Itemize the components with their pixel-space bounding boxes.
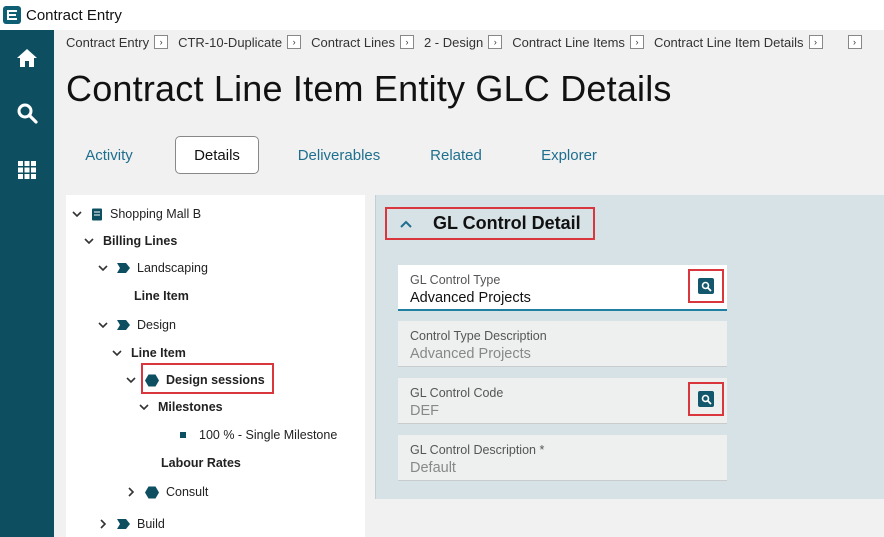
line-tag-icon: [117, 519, 130, 529]
gl-control-description-field[interactable]: GL Control Description * Default: [398, 435, 727, 481]
tree-label: Landscaping: [137, 261, 208, 275]
app-title: Contract Entry: [26, 6, 122, 24]
home-icon: [17, 49, 37, 67]
chevron-right-icon[interactable]: ›: [808, 35, 823, 49]
tab-details[interactable]: Details: [175, 136, 259, 174]
hexagon-item-icon: [145, 486, 159, 498]
tree-node-consult[interactable]: Consult: [126, 483, 208, 501]
chevron-right-icon[interactable]: [126, 487, 136, 497]
breadcrumb-item[interactable]: Contract Line Items ›: [512, 35, 654, 50]
chevron-right-icon[interactable]: ›: [629, 35, 644, 49]
tree-label: 100 % - Single Milestone: [199, 428, 338, 442]
gl-control-code-field[interactable]: GL Control Code DEF: [398, 378, 727, 424]
tab-activity[interactable]: Activity: [66, 136, 152, 174]
field-value[interactable]: Default: [410, 460, 456, 476]
breadcrumb-item[interactable]: Contract Entry ›: [66, 35, 178, 50]
tree-label: Design: [137, 318, 176, 332]
tree-node-labour-rates[interactable]: Labour Rates: [161, 454, 241, 472]
tree-node-design[interactable]: Design: [98, 316, 176, 334]
tab-explorer[interactable]: Explorer: [519, 136, 619, 174]
chevron-down-icon[interactable]: [112, 348, 122, 358]
tree-node-milestones[interactable]: Milestones: [139, 398, 223, 416]
line-tag-icon: [117, 263, 130, 273]
chevron-up-icon[interactable]: [399, 219, 413, 229]
left-nav: [0, 30, 54, 537]
gl-control-code-lookup-button[interactable]: [688, 382, 724, 416]
chevron-down-icon[interactable]: [126, 375, 136, 385]
nav-home-button[interactable]: [0, 38, 54, 78]
chevron-down-icon[interactable]: [72, 209, 82, 219]
lookup-search-icon: [698, 391, 714, 407]
breadcrumb-label: 2 - Design: [423, 34, 484, 50]
contract-book-icon: [92, 208, 102, 220]
search-icon: [17, 103, 38, 124]
chevron-down-icon[interactable]: [98, 320, 108, 330]
apps-grid-icon: [18, 161, 36, 179]
chevron-down-icon[interactable]: [139, 402, 149, 412]
field-label: GL Control Code: [410, 386, 504, 400]
app-logo-icon: [3, 6, 21, 24]
tree-label: Build: [137, 517, 165, 531]
field-value[interactable]: Advanced Projects: [410, 290, 531, 306]
tab-deliverables[interactable]: Deliverables: [274, 136, 404, 174]
tree-label: Line Item: [134, 289, 189, 303]
nav-apps-button[interactable]: [0, 150, 54, 190]
tab-bar: Activity Details Deliverables Related Ex…: [66, 136, 619, 174]
breadcrumb-item[interactable]: 2 - Design ›: [424, 35, 512, 50]
tree-node-milestone-item[interactable]: 100 % - Single Milestone: [180, 426, 337, 444]
title-bar: Contract Entry: [0, 0, 884, 30]
chevron-right-icon[interactable]: ›: [154, 35, 169, 49]
breadcrumb-label: Contract Lines: [311, 34, 395, 50]
tree-node-design-line-item[interactable]: Line Item: [112, 344, 186, 362]
tree-node-build[interactable]: Build: [98, 515, 165, 533]
breadcrumb: Contract Entry › CTR-10-Duplicate › Contra…: [66, 32, 872, 52]
chevron-down-icon[interactable]: [84, 236, 94, 246]
breadcrumb-item[interactable]: CTR-10-Duplicate ›: [178, 35, 311, 50]
field-label: Control Type Description: [410, 329, 547, 343]
chevron-right-icon[interactable]: ›: [488, 35, 503, 49]
breadcrumb-label: Contract Entry: [66, 34, 150, 50]
line-tag-icon: [117, 320, 130, 330]
breadcrumb-item[interactable]: Contract Lines ›: [311, 35, 424, 50]
chevron-right-icon[interactable]: [98, 519, 108, 529]
tree-node-landscaping-line-item[interactable]: Line Item: [134, 287, 189, 305]
tab-related[interactable]: Related: [411, 136, 501, 174]
tree-node-billing-lines[interactable]: Billing Lines: [84, 232, 177, 250]
lookup-search-icon: [698, 278, 714, 294]
tree-panel: Shopping Mall B Billing Lines Landscapin…: [66, 195, 365, 537]
tree-label: Milestones: [158, 400, 223, 414]
square-bullet-icon: [180, 432, 186, 438]
tree-label: Billing Lines: [103, 234, 178, 248]
field-value[interactable]: DEF: [410, 403, 439, 419]
tree-label: Shopping Mall B: [110, 207, 202, 221]
breadcrumb-label: Contract Line Item Details: [653, 34, 804, 50]
tree-label: Line Item: [131, 346, 186, 360]
nav-search-button[interactable]: [0, 93, 54, 133]
tree-label: Labour Rates: [161, 456, 241, 470]
design-sessions-highlight: [141, 363, 274, 394]
field-value: Advanced Projects: [410, 346, 531, 362]
breadcrumb-item[interactable]: Contract Line Item Details ›: [654, 35, 833, 50]
breadcrumb-label: CTR-10-Duplicate: [178, 34, 283, 50]
tree-node-landscaping[interactable]: Landscaping: [98, 259, 208, 277]
tree-node-root[interactable]: Shopping Mall B: [72, 205, 201, 223]
chevron-down-icon[interactable]: [98, 263, 108, 273]
chevron-right-icon[interactable]: ›: [287, 35, 302, 49]
page-title: Contract Line Item Entity GLC Details: [66, 68, 672, 109]
breadcrumb-label: Contract Line Items: [512, 34, 625, 50]
field-label: GL Control Type: [410, 273, 501, 287]
tree-label: Consult: [166, 485, 209, 499]
section-header-gl-control[interactable]: GL Control Detail: [385, 207, 595, 240]
gl-control-type-field[interactable]: GL Control Type Advanced Projects: [398, 265, 727, 311]
field-label: GL Control Description *: [410, 443, 545, 457]
chevron-right-icon[interactable]: ›: [399, 35, 414, 49]
breadcrumb-more-icon[interactable]: ›: [847, 35, 862, 49]
section-title: GL Control Detail: [433, 213, 581, 233]
control-type-description-field: Control Type Description Advanced Projec…: [398, 321, 727, 367]
gl-control-type-lookup-button[interactable]: [688, 269, 724, 303]
